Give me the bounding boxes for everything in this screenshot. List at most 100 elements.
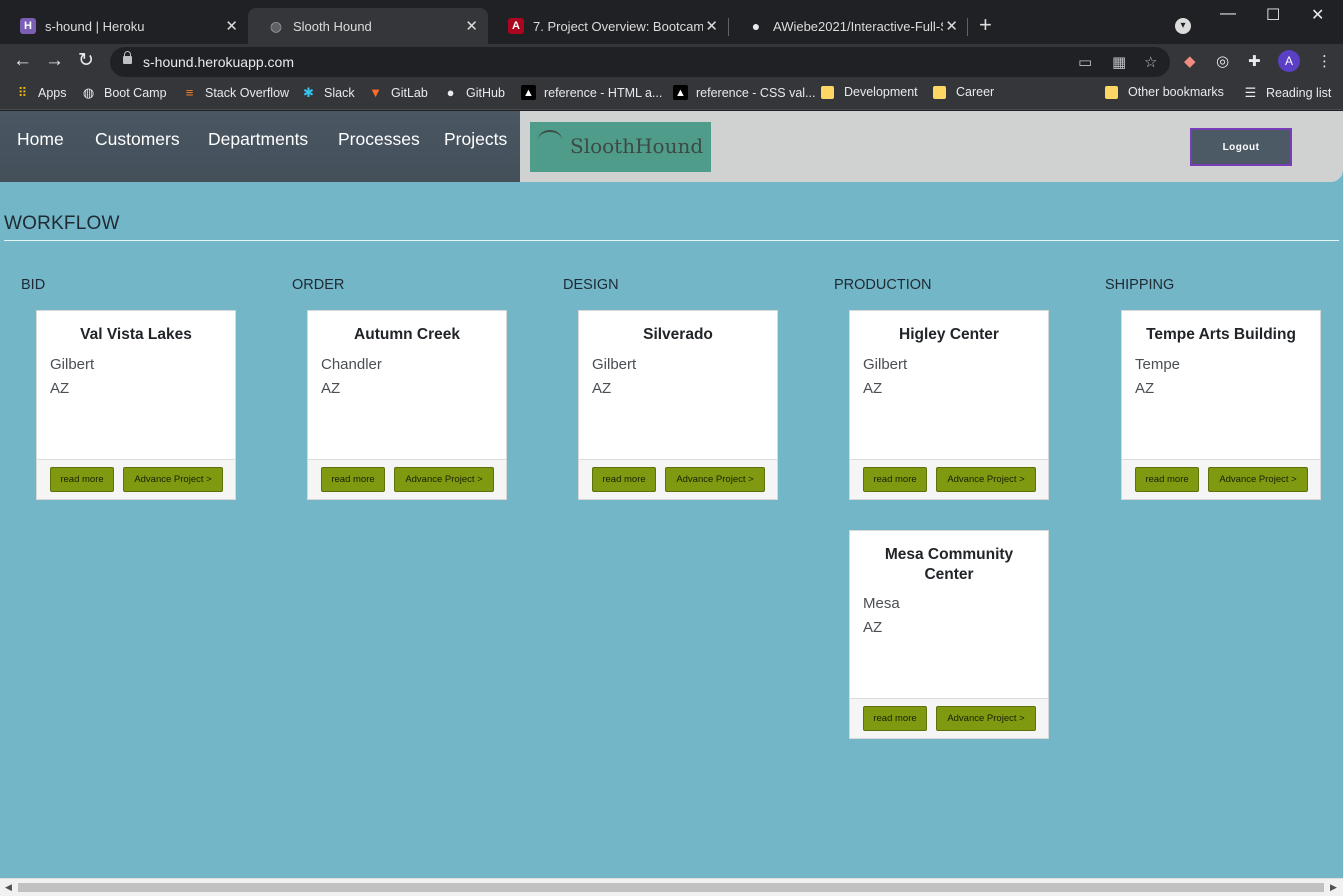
forward-button[interactable]: →: [45, 50, 64, 72]
column-title: PRODUCTION: [834, 277, 932, 293]
apps-grid-icon: ⠿: [17, 84, 28, 100]
close-window-button[interactable]: ✕: [1311, 5, 1324, 25]
project-state: AZ: [321, 379, 341, 397]
page-viewport: Home Customers Departments Processes Pro…: [0, 111, 1343, 878]
advance-project-button[interactable]: Advance Project >: [936, 467, 1036, 492]
project-card: Silverado Gilbert AZ read more Advance P…: [578, 310, 778, 500]
other-bookmarks[interactable]: Other bookmarks: [1105, 85, 1224, 99]
reading-list[interactable]: ☰ Reading list: [1243, 84, 1332, 100]
close-tab-icon[interactable]: ✕: [225, 17, 238, 35]
advance-project-button[interactable]: Advance Project >: [394, 467, 494, 492]
project-card: Val Vista Lakes Gilbert AZ read more Adv…: [36, 310, 236, 500]
read-more-button[interactable]: read more: [321, 467, 385, 492]
cast-icon[interactable]: ▭: [1078, 53, 1092, 71]
kebab-menu-icon[interactable]: ⋮: [1317, 52, 1332, 70]
project-state: AZ: [592, 379, 612, 397]
project-city: Gilbert: [863, 355, 908, 373]
minimize-button[interactable]: —: [1220, 5, 1236, 23]
heroku-icon: H: [20, 18, 36, 34]
project-city: Gilbert: [592, 355, 637, 373]
folder-icon: [821, 85, 834, 99]
nav-link-departments[interactable]: Departments: [208, 129, 308, 150]
project-card: Mesa Community Center Mesa AZ read more …: [849, 530, 1049, 739]
slack-icon: ✱: [303, 84, 314, 100]
logo-mark-icon: [538, 130, 562, 150]
read-more-button[interactable]: read more: [592, 467, 656, 492]
advance-project-button[interactable]: Advance Project >: [123, 467, 223, 492]
qr-code-icon[interactable]: ▦: [1112, 53, 1126, 71]
bookmark-reference-css[interactable]: ▲ reference - CSS val...: [673, 85, 816, 100]
tab-search-icon[interactable]: ▾: [1175, 18, 1191, 34]
horizontal-scrollbar[interactable]: ◀ ▶: [0, 878, 1343, 896]
tab-title: Slooth Hound: [293, 18, 372, 34]
column-title: DESIGN: [563, 277, 619, 293]
reload-button[interactable]: ↻: [78, 50, 94, 72]
new-tab-button[interactable]: +: [979, 14, 992, 36]
site-navigation: Home Customers Departments Processes Pro…: [0, 111, 520, 182]
scroll-right-icon[interactable]: ▶: [1330, 882, 1337, 893]
scroll-left-icon[interactable]: ◀: [5, 882, 12, 893]
lock-icon: [123, 51, 132, 64]
profile-avatar[interactable]: A: [1278, 50, 1300, 72]
tab-slooth-hound[interactable]: ◍ Slooth Hound ✕: [248, 8, 488, 44]
bookmark-stack-overflow[interactable]: ≡ Stack Overflow: [182, 85, 289, 100]
maximize-button[interactable]: ☐: [1266, 5, 1280, 25]
project-name: Val Vista Lakes: [80, 326, 192, 343]
tab-title: 7. Project Overview: Bootcamp: U: [533, 18, 703, 34]
project-name: Autumn Creek: [354, 326, 460, 343]
mdn-icon: ▲: [673, 85, 688, 100]
project-card: Autumn Creek Chandler AZ read more Advan…: [307, 310, 507, 500]
advance-project-button[interactable]: Advance Project >: [1208, 467, 1308, 492]
tab-github-repo[interactable]: ● AWiebe2021/Interactive-Full-Stac ✕: [728, 8, 968, 44]
arizona-icon: A: [508, 18, 524, 34]
bookmarks-bar: ⠿ Apps ◍ Boot Camp ≡ Stack Overflow ✱ Sl…: [0, 80, 1343, 110]
nav-link-home[interactable]: Home: [17, 129, 64, 150]
card-footer: read more Advance Project >: [308, 459, 506, 499]
bookmark-apps[interactable]: ⠿ Apps: [15, 85, 67, 100]
read-more-button[interactable]: read more: [863, 706, 927, 731]
nav-link-processes[interactable]: Processes: [338, 129, 420, 150]
advance-project-button[interactable]: Advance Project >: [936, 706, 1036, 731]
bookmark-gitlab[interactable]: ▼ GitLab: [368, 85, 428, 100]
bookmark-github[interactable]: ● GitHub: [443, 85, 505, 100]
globe-icon: ◍: [269, 17, 283, 34]
read-more-button[interactable]: read more: [1135, 467, 1199, 492]
nav-link-projects[interactable]: Projects: [444, 129, 507, 150]
project-city: Gilbert: [50, 355, 95, 373]
logout-button[interactable]: Logout: [1190, 128, 1292, 166]
bookmark-slack[interactable]: ✱ Slack: [301, 85, 355, 100]
bookmark-boot-camp[interactable]: ◍ Boot Camp: [81, 85, 167, 100]
puzzle-icon[interactable]: ✚: [1248, 52, 1261, 70]
project-city: Tempe: [1135, 355, 1181, 373]
bookmark-folder-development[interactable]: Development: [821, 85, 918, 99]
page-title: WORKFLOW: [4, 213, 120, 234]
project-name: Mesa Community Center: [884, 546, 1014, 583]
reading-list-icon: ☰: [1244, 84, 1257, 100]
read-more-button[interactable]: read more: [50, 467, 114, 492]
site-logo[interactable]: SloothHound: [530, 122, 711, 172]
nav-link-customers[interactable]: Customers: [95, 129, 180, 150]
back-button[interactable]: ←: [13, 50, 32, 72]
tab-project-overview[interactable]: A 7. Project Overview: Bootcamp: U ✕: [488, 8, 728, 44]
mdn-icon: ▲: [521, 85, 536, 100]
stackoverflow-icon: ≡: [185, 85, 194, 100]
column-shipping: SHIPPING Tempe Arts Building Tempe AZ re…: [1105, 277, 1335, 500]
close-tab-icon[interactable]: ✕: [705, 17, 718, 35]
url-text[interactable]: s-hound.herokuapp.com: [143, 54, 294, 70]
site-header: SloothHound Logout: [520, 111, 1343, 182]
close-tab-icon[interactable]: ✕: [945, 17, 958, 35]
bookmark-star-icon[interactable]: ☆: [1144, 53, 1157, 71]
read-more-button[interactable]: read more: [863, 467, 927, 492]
scrollbar-thumb[interactable]: [18, 883, 1324, 892]
project-state: AZ: [863, 379, 883, 397]
project-name: Silverado: [643, 326, 713, 343]
extension-badge-icon[interactable]: ◆: [1184, 52, 1196, 70]
advance-project-button[interactable]: Advance Project >: [665, 467, 765, 492]
address-bar[interactable]: s-hound.herokuapp.com ▭ ▦ ☆: [110, 47, 1170, 77]
tab-heroku[interactable]: H s-hound | Heroku ✕: [0, 8, 248, 44]
bookmark-folder-career[interactable]: Career: [933, 85, 994, 99]
extension-icon[interactable]: ◎: [1216, 52, 1229, 70]
close-tab-icon[interactable]: ✕: [465, 17, 478, 35]
bookmark-reference-html[interactable]: ▲ reference - HTML a...: [521, 85, 662, 100]
column-title: SHIPPING: [1105, 277, 1175, 293]
